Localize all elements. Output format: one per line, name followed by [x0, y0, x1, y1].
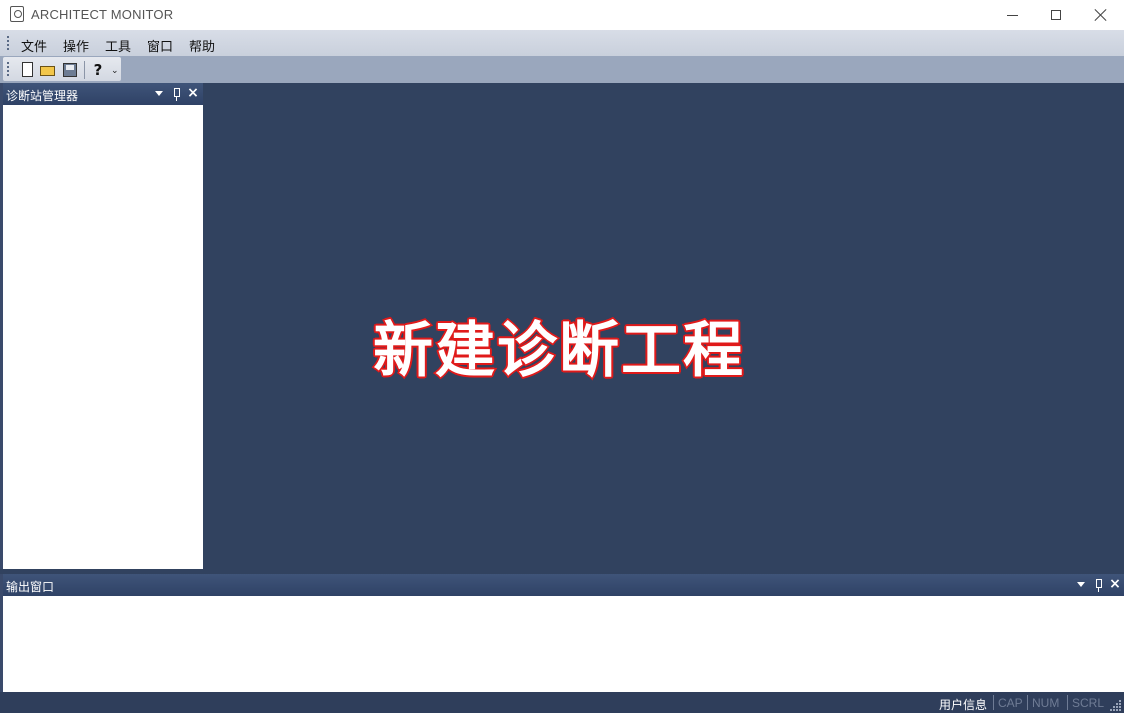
station-manager-title: 诊断站管理器 — [6, 89, 79, 103]
resize-grip-icon[interactable] — [1110, 700, 1122, 711]
main-document-area: 新建诊断工程 — [203, 83, 1124, 569]
menu-tools[interactable]: 工具 — [105, 36, 131, 55]
toolbar-strip: ? ⌄ — [3, 57, 121, 81]
title-bar: ARCHITECT MONITOR — [0, 0, 1124, 30]
minimize-button[interactable] — [989, 0, 1035, 30]
menu-operation[interactable]: 操作 — [63, 36, 89, 55]
save-icon[interactable] — [62, 62, 78, 78]
maximize-icon — [1051, 10, 1061, 20]
output-dropdown-icon[interactable] — [1075, 577, 1087, 587]
output-pin-icon[interactable] — [1093, 577, 1105, 592]
status-num: NUM — [1032, 696, 1060, 710]
close-button[interactable] — [1078, 0, 1124, 30]
open-folder-icon[interactable] — [40, 62, 56, 78]
panel-pin-icon[interactable] — [171, 86, 183, 101]
status-user-info: 用户信息 — [939, 698, 988, 712]
output-close-icon[interactable]: × — [1109, 577, 1121, 592]
overlay-caption: 新建诊断工程 — [372, 316, 745, 386]
window-title: ARCHITECT MONITOR — [31, 7, 174, 22]
output-panel-header: 输出窗口 × — [3, 574, 1124, 596]
minimize-icon — [1006, 14, 1018, 16]
menu-grip-icon[interactable] — [7, 36, 9, 52]
help-icon[interactable]: ? — [90, 62, 106, 78]
toolbar: ? ⌄ — [0, 56, 1124, 83]
menu-file[interactable]: 文件 — [21, 36, 47, 55]
status-scrl: SCRL — [1072, 696, 1105, 710]
new-file-icon[interactable] — [20, 62, 36, 78]
maximize-button[interactable] — [1033, 0, 1079, 30]
station-manager-panel: 诊断站管理器 × — [0, 83, 203, 569]
status-cap: CAP — [998, 696, 1023, 710]
status-separator — [993, 695, 994, 710]
output-panel-title: 输出窗口 — [6, 580, 55, 594]
panel-dropdown-icon[interactable] — [153, 86, 165, 96]
status-bar: 用户信息 CAP NUM SCRL — [0, 692, 1124, 713]
menu-window[interactable]: 窗口 — [147, 36, 173, 55]
station-manager-header: 诊断站管理器 × — [3, 83, 203, 105]
menu-bar: 文件 操作 工具 窗口 帮助 — [0, 30, 1124, 56]
panel-close-icon[interactable]: × — [187, 86, 199, 101]
menu-help[interactable]: 帮助 — [189, 36, 215, 55]
toolbar-overflow-icon[interactable]: ⌄ — [111, 66, 120, 78]
app-window: ARCHITECT MONITOR 文件 操作 工具 窗口 帮助 ? ⌄ 诊断站… — [0, 0, 1124, 713]
status-separator — [1027, 695, 1028, 710]
toolbar-grip-icon[interactable] — [7, 62, 9, 78]
status-separator — [1067, 695, 1068, 710]
output-panel: 输出窗口 × — [0, 574, 1124, 692]
toolbar-separator — [84, 61, 85, 79]
close-icon — [1095, 9, 1107, 21]
app-icon — [10, 6, 24, 22]
